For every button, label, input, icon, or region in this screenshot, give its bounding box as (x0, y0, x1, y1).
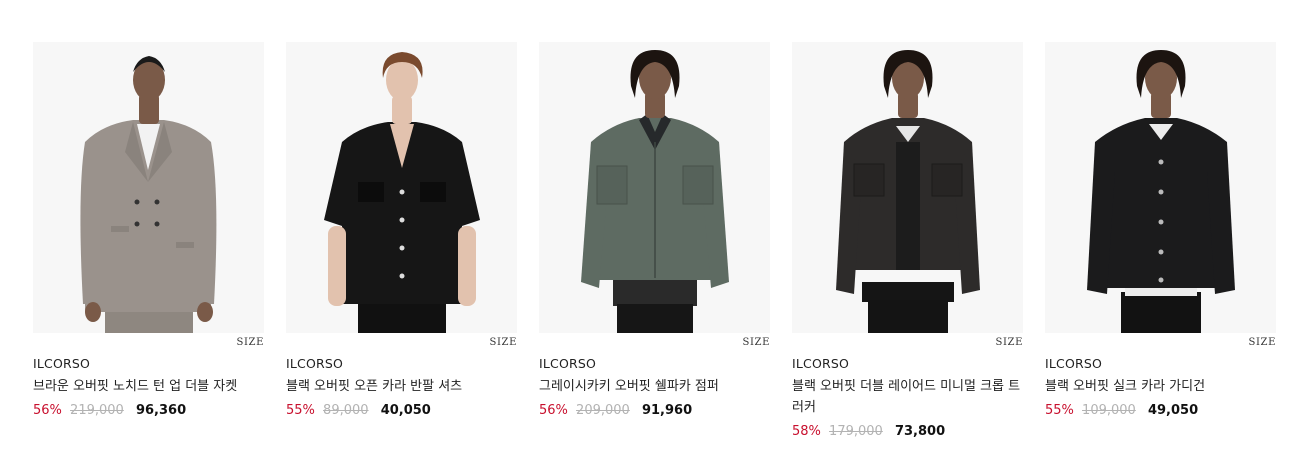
product-image[interactable] (792, 42, 1023, 333)
price-row: 55% 89,000 40,050 (286, 401, 517, 421)
product-brand[interactable]: ILCORSO (33, 356, 264, 372)
size-label[interactable]: SIZE (237, 337, 264, 348)
product-brand[interactable]: ILCORSO (792, 356, 1023, 372)
product-card[interactable]: SIZE ILCORSO 블랙 오버핏 오픈 카라 반팔 셔츠 55% 89,0… (286, 42, 517, 442)
product-brand[interactable]: ILCORSO (286, 356, 517, 372)
sale-price: 73,800 (894, 424, 946, 439)
original-price: 89,000 (323, 403, 369, 418)
discount-rate: 55% (286, 403, 315, 418)
discount-rate: 56% (539, 403, 568, 418)
product-grid: SIZE ILCORSO 브라운 오버핏 노치드 턴 업 더블 자켓 56% 2… (33, 42, 1276, 442)
product-image[interactable] (1045, 42, 1276, 333)
price-row: 55% 109,000 49,050 (1045, 401, 1276, 421)
product-image[interactable] (539, 42, 770, 333)
price-row: 56% 219,000 96,360 (33, 401, 264, 421)
discount-rate: 56% (33, 403, 62, 418)
product-image[interactable] (33, 42, 264, 333)
product-image[interactable] (286, 42, 517, 333)
original-price: 209,000 (576, 403, 630, 418)
product-card[interactable]: SIZE ILCORSO 그레이시카키 오버핏 쉘파카 점퍼 56% 209,0… (539, 42, 770, 442)
product-name[interactable]: 그레이시카키 오버핏 쉘파카 점퍼 (539, 376, 770, 397)
model-photo (1045, 42, 1276, 333)
discount-rate: 58% (792, 424, 821, 439)
product-name[interactable]: 블랙 오버핏 오픈 카라 반팔 셔츠 (286, 376, 517, 397)
model-photo (286, 42, 517, 333)
discount-rate: 55% (1045, 403, 1074, 418)
size-label[interactable]: SIZE (490, 337, 517, 348)
model-photo (33, 42, 264, 333)
product-brand[interactable]: ILCORSO (1045, 356, 1276, 372)
price-row: 58% 179,000 73,800 (792, 422, 1023, 442)
sale-price: 91,960 (641, 403, 693, 418)
original-price: 179,000 (829, 424, 883, 439)
product-card[interactable]: SIZE ILCORSO 블랙 오버핏 더블 레이어드 미니멀 크롭 트러커 5… (792, 42, 1023, 442)
size-label[interactable]: SIZE (743, 337, 770, 348)
sale-price: 40,050 (380, 403, 431, 418)
sale-price: 49,050 (1147, 403, 1199, 418)
size-label[interactable]: SIZE (1249, 337, 1276, 348)
model-photo (792, 42, 1023, 333)
product-brand[interactable]: ILCORSO (539, 356, 770, 372)
original-price: 219,000 (70, 403, 124, 418)
price-row: 56% 209,000 91,960 (539, 401, 770, 421)
product-name[interactable]: 블랙 오버핏 실크 카라 가디건 (1045, 376, 1276, 397)
product-name[interactable]: 브라운 오버핏 노치드 턴 업 더블 자켓 (33, 376, 264, 397)
product-name[interactable]: 블랙 오버핏 더블 레이어드 미니멀 크롭 트러커 (792, 376, 1023, 418)
size-label[interactable]: SIZE (996, 337, 1023, 348)
model-photo (539, 42, 770, 333)
product-card[interactable]: SIZE ILCORSO 블랙 오버핏 실크 카라 가디건 55% 109,00… (1045, 42, 1276, 442)
product-card[interactable]: SIZE ILCORSO 브라운 오버핏 노치드 턴 업 더블 자켓 56% 2… (33, 42, 264, 442)
sale-price: 96,360 (135, 403, 187, 418)
original-price: 109,000 (1082, 403, 1136, 418)
